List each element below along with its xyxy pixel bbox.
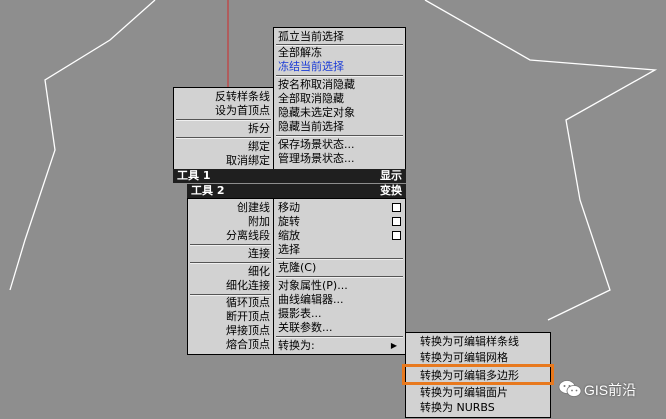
menu-item-isolate-selection[interactable]: 孤立当前选择 (274, 30, 405, 43)
menu-item-make-first-vertex[interactable]: 设为首顶点 (174, 104, 273, 117)
menu-item-wire-parameters[interactable]: 关联参数... (274, 321, 405, 334)
menu-item-object-properties[interactable]: 对象属性(P)... (274, 279, 405, 292)
settings-box-icon[interactable] (392, 217, 401, 226)
menu-separator (276, 276, 403, 278)
menu-item-curve-editor[interactable]: 曲线编辑器... (274, 293, 405, 306)
menu-item-break-vertices[interactable]: 断开顶点 (188, 310, 273, 323)
menu-item-hide-selection[interactable]: 隐藏当前选择 (274, 120, 405, 133)
spline-line-right (424, 0, 658, 321)
display-menu: 孤立当前选择 全部解冻 冻结当前选择 按名称取消隐藏 全部取消隐藏 隐藏未选定对… (273, 27, 406, 170)
menu-item-clone[interactable]: 克隆(C) (274, 261, 405, 274)
menu-item-unbind[interactable]: 取消绑定 (174, 154, 273, 167)
menu-item-refine[interactable]: 细化 (188, 265, 273, 278)
settings-box-icon[interactable] (392, 203, 401, 212)
menu-item-cycle-vertices[interactable]: 循环顶点 (188, 296, 273, 309)
menu-item-manage-scene-states[interactable]: 管理场景状态... (274, 152, 405, 165)
menu-item-connect[interactable]: 连接 (188, 247, 273, 260)
menu-item-move[interactable]: 移动 (274, 201, 405, 214)
menu-item-save-scene-state[interactable]: 保存场景状态... (274, 138, 405, 151)
menu-item-move-label: 移动 (278, 201, 300, 214)
quad-label-tools1: 工具 1 (177, 169, 211, 182)
quad-label-display: 显示 (380, 169, 402, 182)
menu-item-convert-to[interactable]: 转换为: ▶ (274, 339, 405, 352)
menu-separator (276, 135, 403, 137)
quad-header-row-2: 工具 2 变换 (187, 184, 406, 198)
submenu-item-editable-mesh[interactable]: 转换为可编辑网格 (406, 351, 550, 364)
quad-label-transform: 变换 (380, 184, 402, 197)
wechat-icon (558, 380, 582, 397)
submenu-item-nurbs[interactable]: 转换为 NURBS (406, 401, 550, 414)
menu-separator (276, 258, 403, 260)
menu-item-scale[interactable]: 缩放 (274, 229, 405, 242)
menu-item-select[interactable]: 选择 (274, 243, 405, 256)
tools1-menu: 反转样条线 设为首顶点 拆分 绑定 取消绑定 (173, 87, 274, 170)
menu-item-unfreeze-all[interactable]: 全部解冻 (274, 46, 405, 59)
menu-item-rotate-label: 旋转 (278, 215, 300, 228)
menu-item-fuse-vertices[interactable]: 熔合顶点 (188, 338, 273, 351)
menu-item-divide[interactable]: 拆分 (174, 122, 273, 135)
menu-item-dope-sheet[interactable]: 摄影表... (274, 307, 405, 320)
menu-item-reverse-spline[interactable]: 反转样条线 (174, 90, 273, 103)
menu-separator (276, 75, 403, 77)
menu-separator (190, 244, 271, 246)
menu-item-hide-unselected[interactable]: 隐藏未选定对象 (274, 106, 405, 119)
menu-item-freeze-selection[interactable]: 冻结当前选择 (274, 60, 405, 73)
menu-item-weld-vertices[interactable]: 焊接顶点 (188, 324, 273, 337)
menu-item-bind[interactable]: 绑定 (174, 140, 273, 153)
tools2-menu: 创建线 附加 分离线段 连接 细化 细化连接 循环顶点 断开顶点 焊接顶点 熔合… (187, 198, 274, 355)
menu-item-refine-connect[interactable]: 细化连接 (188, 279, 273, 292)
spline-line-left (9, 0, 156, 291)
quad-label-tools2: 工具 2 (191, 184, 225, 197)
menu-item-create-line[interactable]: 创建线 (188, 201, 273, 214)
watermark-text: GIS前沿 (584, 382, 637, 398)
menu-separator (190, 262, 271, 264)
selection-highlight-box (402, 364, 554, 385)
menu-item-scale-label: 缩放 (278, 229, 300, 242)
submenu-item-editable-patch[interactable]: 转换为可编辑面片 (406, 386, 550, 399)
triangle-right-icon: ▶ (390, 341, 397, 350)
menu-item-detach-segment[interactable]: 分离线段 (188, 229, 273, 242)
menu-item-unhide-all[interactable]: 全部取消隐藏 (274, 92, 405, 105)
settings-box-icon[interactable] (392, 231, 401, 240)
submenu-item-editable-spline[interactable]: 转换为可编辑样条线 (406, 335, 550, 348)
menu-item-unhide-by-name[interactable]: 按名称取消隐藏 (274, 78, 405, 91)
menu-item-rotate[interactable]: 旋转 (274, 215, 405, 228)
transform-menu: 移动 旋转 缩放 选择 克隆(C) 对象属性(P)... 曲线编辑器... 摄影… (273, 198, 406, 355)
quad-header-row-1: 工具 1 显示 (173, 169, 406, 183)
menu-separator (276, 336, 403, 338)
menu-separator (176, 137, 271, 139)
menu-separator (176, 119, 271, 121)
menu-item-attach[interactable]: 附加 (188, 215, 273, 228)
menu-item-convert-to-label: 转换为: (278, 339, 315, 352)
